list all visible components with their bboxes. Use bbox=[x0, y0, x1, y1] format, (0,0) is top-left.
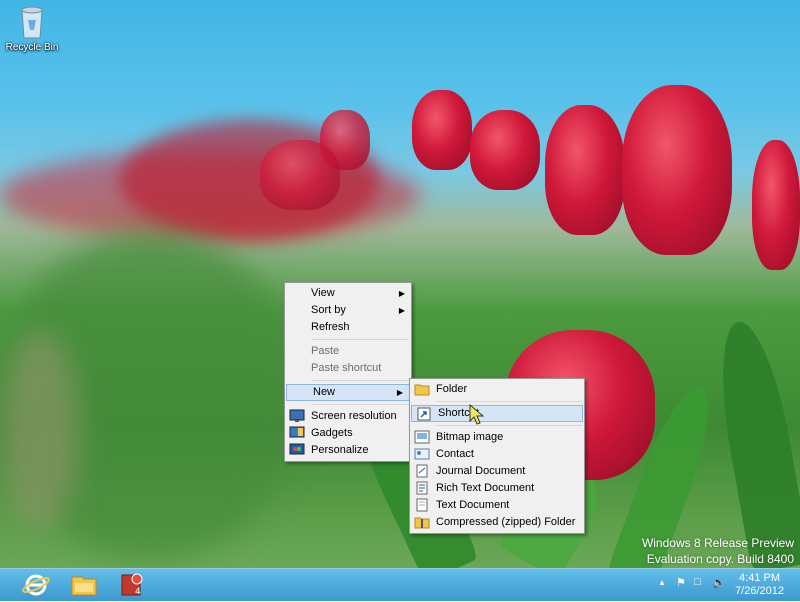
tulip bbox=[260, 140, 340, 210]
menu-item-sort-by[interactable]: Sort by ▶ bbox=[285, 302, 411, 319]
build-watermark: Windows 8 Release Preview Evaluation cop… bbox=[642, 535, 794, 567]
menu-separator bbox=[311, 380, 409, 381]
network-icon[interactable]: □ bbox=[694, 576, 701, 588]
leaf bbox=[708, 316, 800, 568]
volume-icon[interactable]: 🔈 bbox=[712, 576, 726, 589]
text-document-icon bbox=[414, 498, 430, 512]
blurred-path bbox=[0, 330, 80, 530]
taskbar: 4 ▲ ⚑ □ 🔈 4:41 PM 7/26/2012 bbox=[0, 568, 800, 601]
recycle-bin-icon bbox=[16, 4, 48, 40]
submenu-item-label: Bitmap image bbox=[436, 431, 504, 443]
menu-item-label: Gadgets bbox=[311, 427, 353, 439]
menu-item-label: Screen resolution bbox=[311, 410, 397, 422]
submenu-item-folder[interactable]: Folder bbox=[410, 381, 584, 398]
menu-separator bbox=[436, 425, 582, 426]
menu-item-label: New bbox=[313, 386, 336, 398]
menu-item-label: Personalize bbox=[311, 444, 369, 456]
menu-item-paste-shortcut[interactable]: Paste shortcut bbox=[285, 360, 411, 377]
tulip bbox=[622, 85, 732, 255]
media-center-icon[interactable]: 4 bbox=[112, 571, 152, 599]
submenu-item-label: Folder bbox=[436, 383, 468, 395]
bitmap-icon bbox=[414, 430, 430, 444]
submenu-item-label: Rich Text Document bbox=[436, 482, 535, 494]
gadgets-icon bbox=[289, 426, 305, 440]
personalize-icon bbox=[289, 443, 305, 457]
clock-time: 4:41 PM bbox=[739, 572, 781, 584]
menu-item-label: Paste bbox=[311, 345, 340, 357]
menu-item-screen-resolution[interactable]: Screen resolution bbox=[285, 408, 411, 425]
file-explorer-icon[interactable] bbox=[64, 571, 104, 599]
submenu-item-label: Text Document bbox=[436, 499, 510, 511]
menu-item-new[interactable]: New ▶ bbox=[286, 384, 410, 401]
journal-icon bbox=[414, 464, 430, 478]
show-hidden-icons-icon[interactable]: ▲ bbox=[658, 578, 666, 587]
tulip bbox=[752, 140, 800, 270]
submenu-item-label: Compressed (zipped) Folder bbox=[436, 516, 576, 528]
menu-item-paste[interactable]: Paste bbox=[285, 343, 411, 360]
submenu-item-rich-text-document[interactable]: Rich Text Document bbox=[410, 480, 584, 497]
clock[interactable]: 4:41 PM 7/26/2012 bbox=[735, 572, 784, 598]
menu-item-refresh[interactable]: Refresh bbox=[285, 319, 411, 336]
mouse-cursor bbox=[468, 403, 486, 429]
tulip bbox=[412, 90, 472, 170]
tulip bbox=[470, 110, 540, 190]
menu-item-label: Refresh bbox=[311, 321, 350, 333]
watermark-line2: Evaluation copy. Build 8400 bbox=[646, 552, 794, 566]
system-tray: ▲ ⚑ □ 🔈 4:41 PM 7/26/2012 bbox=[650, 569, 800, 601]
menu-item-label: Sort by bbox=[311, 304, 346, 316]
menu-item-label: View bbox=[311, 287, 335, 299]
svg-text:4: 4 bbox=[135, 587, 141, 597]
menu-separator bbox=[311, 339, 409, 340]
contact-icon bbox=[414, 447, 430, 461]
submenu-item-compressed-folder[interactable]: Compressed (zipped) Folder bbox=[410, 514, 584, 531]
new-submenu: Folder Shortcut Bitmap image Contact Jou… bbox=[409, 378, 585, 534]
desktop-context-menu: View ▶ Sort by ▶ Refresh Paste Paste sho… bbox=[284, 282, 412, 462]
submenu-item-label: Contact bbox=[436, 448, 474, 460]
submenu-item-bitmap-image[interactable]: Bitmap image bbox=[410, 429, 584, 446]
folder-icon bbox=[414, 382, 430, 396]
submenu-arrow-icon: ▶ bbox=[398, 306, 405, 315]
tulip bbox=[545, 105, 625, 235]
submenu-item-shortcut[interactable]: Shortcut bbox=[411, 405, 583, 422]
menu-item-view[interactable]: View ▶ bbox=[285, 285, 411, 302]
menu-item-label: Paste shortcut bbox=[311, 362, 382, 374]
zip-folder-icon bbox=[414, 515, 430, 529]
menu-item-gadgets[interactable]: Gadgets bbox=[285, 425, 411, 442]
recycle-bin-label: Recycle Bin bbox=[5, 42, 59, 53]
shortcut-icon bbox=[416, 407, 432, 421]
submenu-item-journal-document[interactable]: Journal Document bbox=[410, 463, 584, 480]
menu-item-personalize[interactable]: Personalize bbox=[285, 442, 411, 459]
rich-text-icon bbox=[414, 481, 430, 495]
submenu-item-text-document[interactable]: Text Document bbox=[410, 497, 584, 514]
submenu-item-label: Journal Document bbox=[436, 465, 526, 477]
menu-separator bbox=[311, 404, 409, 405]
clock-date: 7/26/2012 bbox=[735, 585, 784, 597]
submenu-item-contact[interactable]: Contact bbox=[410, 446, 584, 463]
recycle-bin[interactable]: Recycle Bin bbox=[4, 4, 60, 53]
watermark-line1: Windows 8 Release Preview bbox=[641, 536, 794, 550]
submenu-arrow-icon: ▶ bbox=[398, 289, 405, 298]
monitor-icon bbox=[289, 409, 305, 423]
action-center-flag-icon[interactable]: ⚑ bbox=[676, 576, 686, 589]
internet-explorer-icon[interactable] bbox=[16, 571, 56, 599]
menu-separator bbox=[436, 401, 582, 402]
submenu-arrow-icon: ▶ bbox=[396, 388, 403, 397]
